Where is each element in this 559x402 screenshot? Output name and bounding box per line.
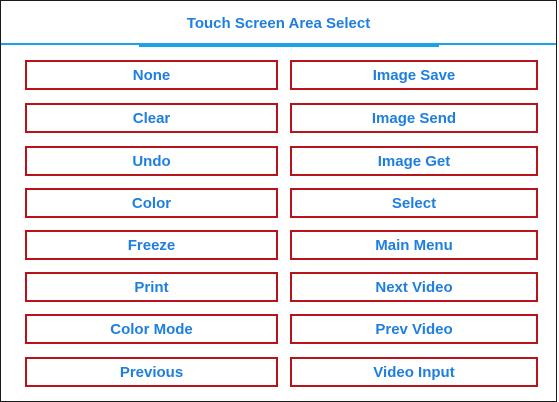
video-input-button[interactable]: Video Input [290,357,538,387]
previous-button[interactable]: Previous [25,357,278,387]
none-button[interactable]: None [25,60,278,90]
freeze-button[interactable]: Freeze [25,230,278,260]
title-underline [139,43,439,47]
image-save-button[interactable]: Image Save [290,60,538,90]
image-send-button[interactable]: Image Send [290,103,538,133]
panel-header: Touch Screen Area Select [1,1,556,45]
clear-button[interactable]: Clear [25,103,278,133]
print-button[interactable]: Print [25,272,278,302]
select-button[interactable]: Select [290,188,538,218]
prev-video-button[interactable]: Prev Video [290,314,538,344]
page-title: Touch Screen Area Select [186,15,371,32]
color-mode-button[interactable]: Color Mode [25,314,278,344]
image-get-button[interactable]: Image Get [290,146,538,176]
undo-button[interactable]: Undo [25,146,278,176]
touch-screen-panel: Touch Screen Area Select None Clear Undo… [0,0,557,402]
main-menu-button[interactable]: Main Menu [290,230,538,260]
color-button[interactable]: Color [25,188,278,218]
next-video-button[interactable]: Next Video [290,272,538,302]
